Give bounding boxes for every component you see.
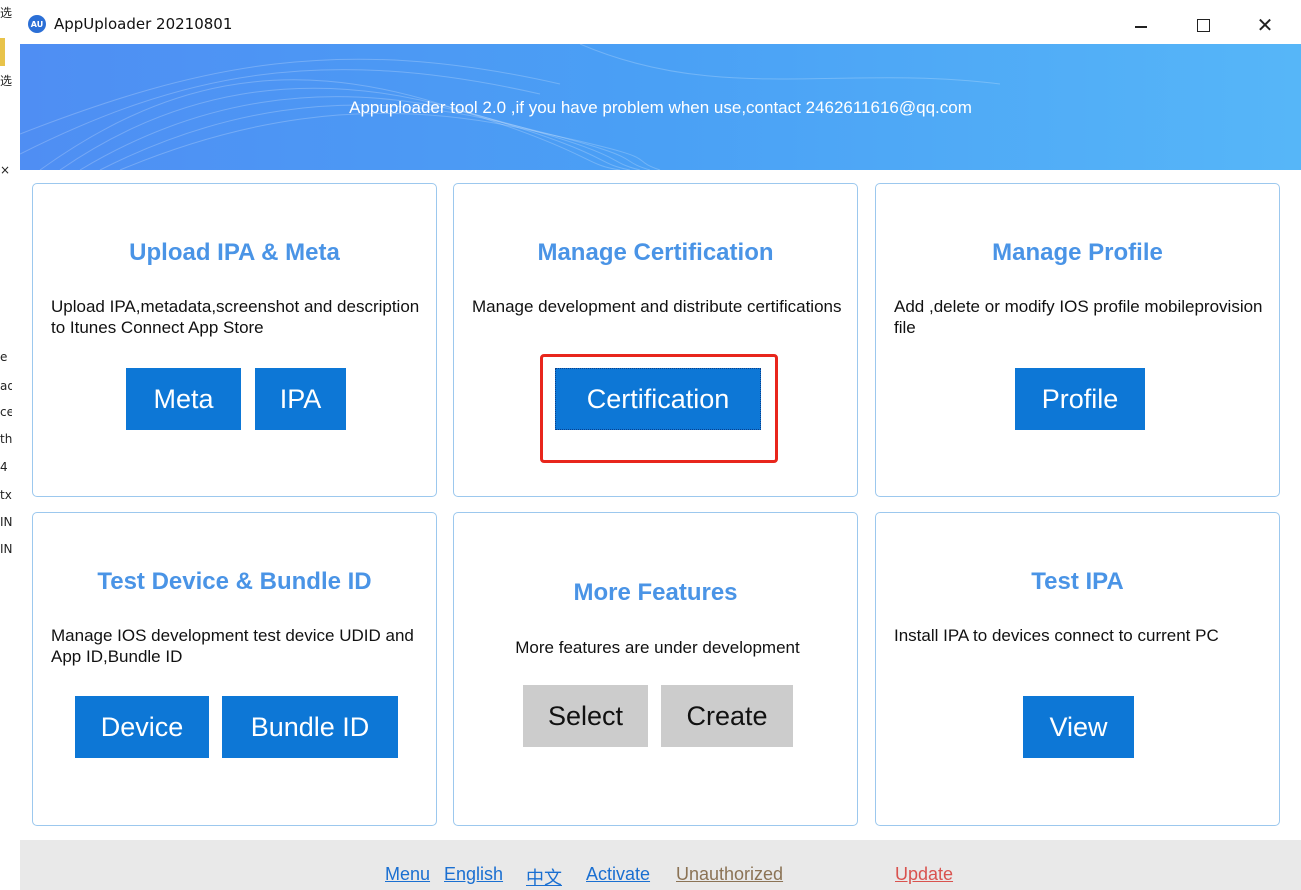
card-test-device-bundle-id: Test Device & Bundle ID Manage IOS devel… <box>32 512 437 826</box>
card-title: More Features <box>573 579 738 606</box>
view-button[interactable]: View <box>1023 696 1134 758</box>
card-manage-profile: Manage Profile Add ,delete or modify IOS… <box>875 183 1280 497</box>
card-description: Manage IOS development test device UDID … <box>51 626 414 666</box>
window-title: AppUploader 20210801 <box>54 15 233 33</box>
footer-link-update[interactable]: Update <box>895 864 953 885</box>
card-description: More features are under development <box>515 638 800 657</box>
meta-button[interactable]: Meta <box>126 368 241 430</box>
card-title: Test IPA <box>1031 568 1124 595</box>
background-glyph: × <box>0 163 11 177</box>
profile-button[interactable]: Profile <box>1015 368 1145 430</box>
close-icon: ✕ <box>1256 13 1274 37</box>
minimize-button[interactable] <box>1118 8 1164 42</box>
background-glyph: 4 <box>0 460 8 474</box>
card-description: Upload IPA,metadata,screenshot and descr… <box>51 297 420 337</box>
footer-link-unauthorized[interactable]: Unauthorized <box>676 864 783 885</box>
ipa-button[interactable]: IPA <box>255 368 346 430</box>
background-glyph: tx <box>0 488 12 502</box>
close-button[interactable]: ✕ <box>1242 8 1288 42</box>
card-description: Manage development and distribute certif… <box>472 297 842 316</box>
highlight-annotation-box <box>540 354 778 463</box>
card-title: Test Device & Bundle ID <box>97 568 372 595</box>
maximize-button[interactable] <box>1180 8 1226 42</box>
footer-link-english[interactable]: English <box>444 864 503 885</box>
select-button[interactable]: Select <box>523 685 648 747</box>
title-bar[interactable]: AU AppUploader 20210801 ✕ <box>12 0 1301 44</box>
bundle-id-button[interactable]: Bundle ID <box>222 696 398 758</box>
background-glyph: 选 <box>0 74 12 88</box>
background-glyph: ce <box>0 405 12 419</box>
card-title: Upload IPA & Meta <box>129 239 340 266</box>
footer-link-chinese[interactable]: 中文 <box>526 864 562 890</box>
banner-contact-text: Appuploader tool 2.0 ,if you have proble… <box>349 98 972 117</box>
card-title: Manage Certification <box>537 239 774 266</box>
maximize-icon <box>1196 18 1210 32</box>
background-glyph: th <box>0 432 12 446</box>
minimize-icon <box>1135 26 1147 28</box>
device-button[interactable]: Device <box>75 696 209 758</box>
card-description: Install IPA to devices connect to curren… <box>894 626 1219 645</box>
footer-link-menu[interactable]: Menu <box>385 864 430 885</box>
card-description: Add ,delete or modify IOS profile mobile… <box>894 297 1263 337</box>
background-glyph: e <box>0 350 8 364</box>
background-tab-marker <box>0 38 5 66</box>
footer-link-activate[interactable]: Activate <box>586 864 650 885</box>
background-glyph: IN <box>0 515 12 529</box>
create-button[interactable]: Create <box>661 685 793 747</box>
background-glyph: ad <box>0 379 12 393</box>
footer-bar: Menu English 中文 Activate Unauthorized Up… <box>20 840 1301 890</box>
card-more-features: More Features More features are under de… <box>453 512 858 826</box>
card-test-ipa: Test IPA Install IPA to devices connect … <box>875 512 1280 826</box>
background-glyph: 选 <box>0 6 12 20</box>
background-glyph: IN <box>0 542 12 556</box>
card-upload-ipa-meta: Upload IPA & Meta Upload IPA,metadata,sc… <box>32 183 437 497</box>
app-logo-icon: AU <box>28 15 46 33</box>
header-banner: Appuploader tool 2.0 ,if you have proble… <box>20 44 1301 170</box>
card-title: Manage Profile <box>992 239 1163 266</box>
